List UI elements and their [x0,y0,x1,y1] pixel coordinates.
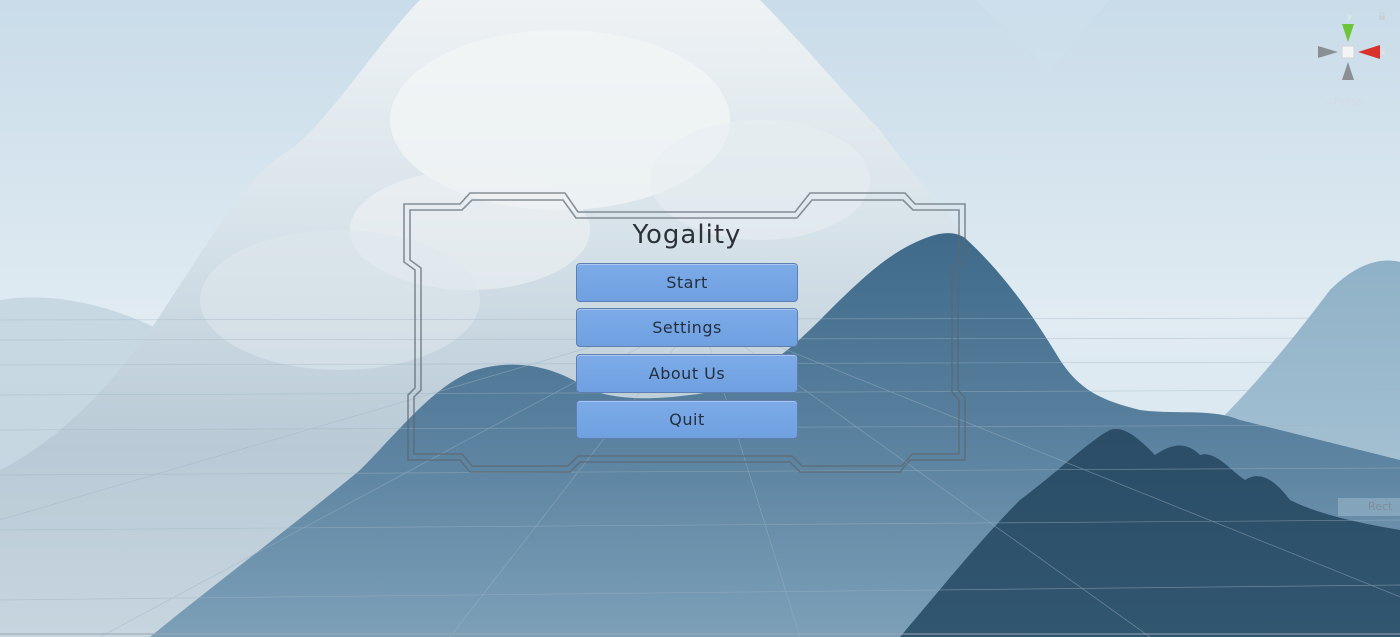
rect-tool-label[interactable]: Rect [1338,498,1400,516]
game-title: Yogality [632,220,742,250]
lock-icon[interactable] [1378,12,1386,20]
gizmo-center-cube-icon[interactable] [1341,45,1355,59]
gizmo-x-label: x [1381,48,1386,57]
neg-x-axis-cone-icon[interactable] [1318,46,1338,58]
quit-button[interactable]: Quit [576,400,798,439]
start-button[interactable]: Start [576,263,798,302]
projection-label[interactable]: <Persp [1324,95,1363,108]
y-axis-cone-icon[interactable] [1342,24,1354,42]
about-us-button[interactable]: About Us [576,354,798,393]
x-axis-cone-icon[interactable] [1358,45,1380,59]
gizmo-y-label: y [1347,12,1352,21]
settings-button[interactable]: Settings [576,308,798,347]
projection-label-text: Persp [1333,95,1364,108]
neg-y-axis-cone-icon[interactable] [1342,62,1354,80]
